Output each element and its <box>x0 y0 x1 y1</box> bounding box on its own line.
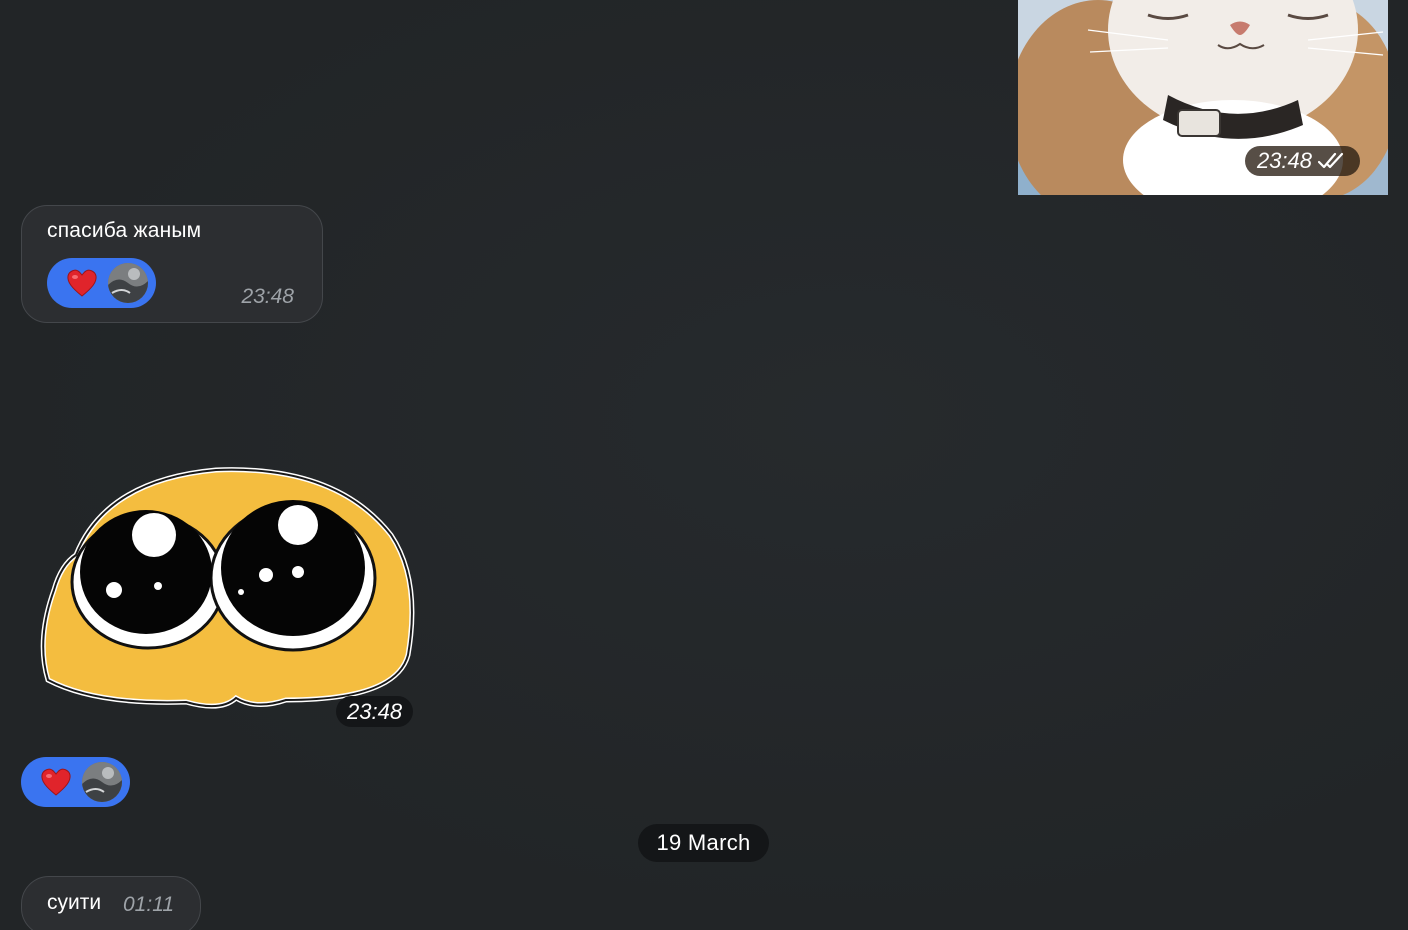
chat-history: 23:48 спасиба жаным 23:48 23:48 19 March… <box>0 0 1408 930</box>
incoming-message[interactable]: суити 01:11 <box>21 876 201 930</box>
message-text: спасиба жаным <box>47 219 202 242</box>
date-separator: 19 March <box>638 824 769 862</box>
avatar <box>82 762 122 802</box>
heart-icon <box>67 269 97 297</box>
message-time: 23:48 <box>336 696 414 727</box>
double-check-icon <box>1318 152 1344 169</box>
time-label: 23:48 <box>1256 148 1312 173</box>
reaction-pill[interactable] <box>47 258 156 308</box>
message-text: суити <box>47 891 102 914</box>
message-time: 23:48 <box>1244 146 1360 176</box>
avatar <box>108 263 148 303</box>
message-time: 23:48 <box>241 285 294 308</box>
reaction-pill[interactable] <box>21 757 130 807</box>
photo-message[interactable]: 23:48 <box>1018 0 1388 195</box>
heart-icon <box>41 768 71 796</box>
message-time: 01:11 <box>123 893 174 916</box>
pleading-face-sticker <box>40 467 415 709</box>
incoming-message[interactable]: спасиба жаным 23:48 <box>21 205 323 323</box>
sticker-message[interactable] <box>36 460 421 720</box>
